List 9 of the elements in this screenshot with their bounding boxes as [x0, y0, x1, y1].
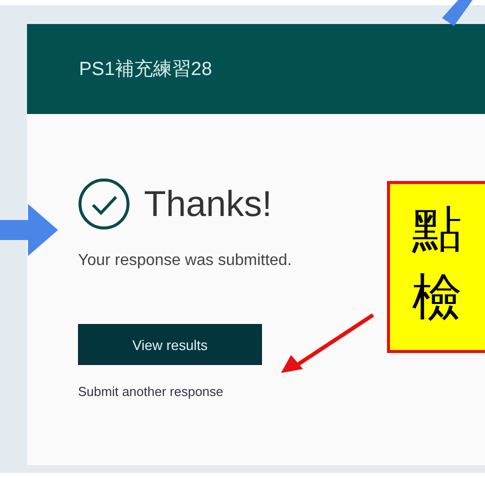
arrow-icon	[281, 313, 375, 375]
form-title: PS1補充練習28	[79, 58, 212, 82]
callout-text: 點	[412, 199, 463, 260]
confirmation-message: Your response was submitted.	[78, 252, 292, 270]
submit-another-link[interactable]: Submit another response	[78, 384, 224, 399]
view-results-button[interactable]: View results	[78, 324, 262, 365]
thanks-heading: Thanks!	[144, 183, 272, 225]
checkmark-circle-icon	[78, 178, 130, 230]
callout-text: 檢	[412, 267, 463, 328]
